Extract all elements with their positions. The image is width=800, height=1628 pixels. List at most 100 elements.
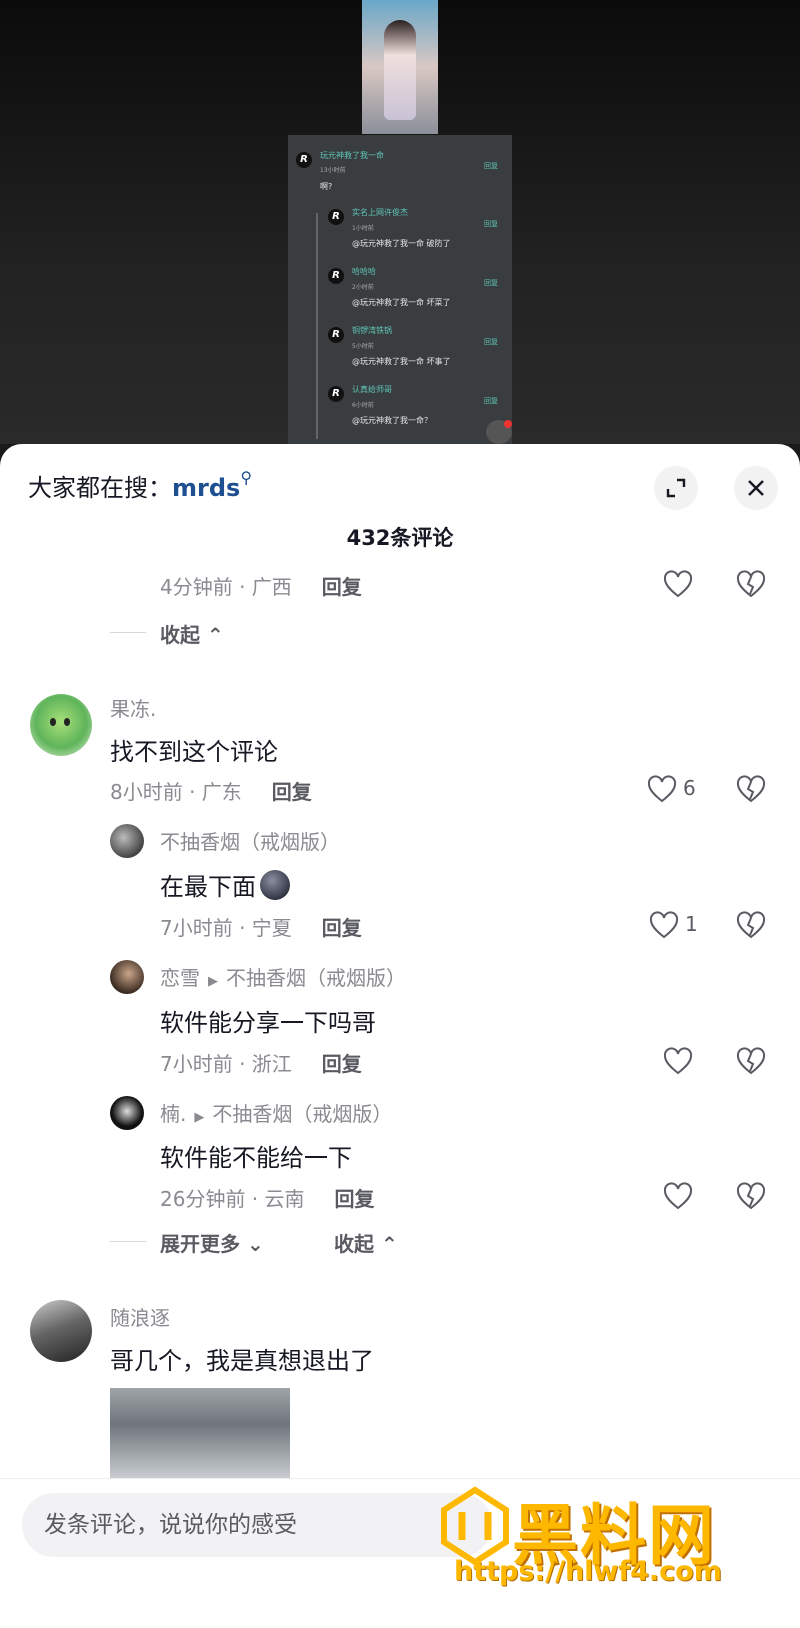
chevron-up-icon: ⌃ (206, 623, 224, 647)
dislike-icon[interactable] (736, 1182, 766, 1212)
collapse-button[interactable]: 收起 ⌃ (160, 619, 224, 648)
comment-meta: 26分钟前 · 云南 回复 (160, 1183, 375, 1212)
app-logo-icon: R (296, 152, 312, 168)
username[interactable]: 随浪逐 (110, 1302, 170, 1331)
comment-text: 找不到这个评论 (110, 738, 278, 766)
comment-text: 软件能不能给一下 (160, 1144, 352, 1172)
search-prefix: 大家都在搜： (28, 474, 172, 502)
watermark-url: https://hlwf4.com (454, 1556, 722, 1587)
reply-to-arrow-icon: ▶ (208, 974, 218, 989)
like-icon[interactable] (663, 570, 693, 600)
reply-button[interactable]: 回复 (322, 1052, 362, 1076)
embedded-comment-screenshot: R 玩元神救了我一命 13小时前 啊? 回复 R 实名上网许俊杰 1小时前 @玩… (288, 135, 512, 444)
comment-time-location: 26分钟前 · 云南 (160, 1187, 305, 1211)
username[interactable]: 楠. (160, 1102, 186, 1126)
comment-meta: 8小时前 · 广东 回复 (110, 776, 312, 805)
app-logo-icon: R (328, 327, 344, 343)
divider (110, 1241, 146, 1242)
comment-sheet: 大家都在搜：mrds⚲ 432条评论 4分钟前 · 广西 回复 收起 ⌃ 果冻. … (0, 444, 800, 1628)
sc-reply-name: 铜锣湾铁锅 (352, 326, 392, 335)
avatar[interactable] (30, 1300, 92, 1362)
video-player[interactable]: R 玩元神救了我一命 13小时前 啊? 回复 R 实名上网许俊杰 1小时前 @玩… (0, 0, 800, 444)
collapse-button[interactable]: 收起 ⌃ (334, 1228, 398, 1257)
like-icon[interactable] (647, 775, 677, 805)
divider (110, 632, 146, 633)
sc-reply-link: 回复 (484, 338, 498, 346)
expand-more-label: 展开更多 (160, 1232, 240, 1256)
comment-input[interactable] (44, 1493, 474, 1557)
close-button[interactable] (734, 466, 778, 510)
sc-reply-name: 实名上网许俊杰 (352, 208, 408, 217)
sc-reply-link: 回复 (484, 279, 498, 287)
comment-text: 软件能分享一下吗哥 (160, 1009, 376, 1037)
sc-reply-text: @玩元神救了我一命 坏事了 (352, 357, 451, 366)
dislike-icon[interactable] (736, 911, 766, 941)
search-keyword[interactable]: mrds (172, 474, 240, 502)
expand-icon (666, 478, 686, 498)
sc-main-name: 玩元神救了我一命 (320, 151, 384, 160)
comment-time-location: 8小时前 · 广东 (110, 780, 242, 804)
watermark: 黑料网 https://hlwf4.com (440, 1486, 780, 1596)
sc-reply-time: 5小时前 (352, 343, 374, 350)
reply-target-username[interactable]: 不抽香烟（戒烟版） (212, 1102, 392, 1126)
sc-main-text: 啊? (320, 182, 333, 191)
video-frame (362, 0, 438, 134)
expand-button[interactable] (654, 466, 698, 510)
sc-reply-name: 哈哈哈 (352, 267, 376, 276)
comment-meta: 4分钟前 · 广西 回复 (160, 571, 362, 600)
trending-search[interactable]: 大家都在搜：mrds⚲ (28, 468, 252, 503)
expand-more-button[interactable]: 展开更多 ⌄ (160, 1228, 264, 1257)
sc-reply-text: @玩元神救了我一命？ (352, 416, 432, 425)
username[interactable]: 不抽香烟（戒烟版） (160, 826, 340, 855)
username[interactable]: 果冻. (110, 693, 156, 722)
like-icon[interactable] (663, 1182, 693, 1212)
like-icon[interactable] (663, 1047, 693, 1077)
comment-time-location: 7小时前 · 浙江 (160, 1052, 292, 1076)
reply-button[interactable]: 回复 (322, 575, 362, 599)
sc-reply-text: @玩元神救了我一命 坏菜了 (352, 298, 451, 307)
like-count: 6 (683, 776, 696, 800)
username[interactable]: 恋雪 (160, 966, 200, 990)
reply-button[interactable]: 回复 (335, 1187, 375, 1211)
sc-reply-time: 1小时前 (352, 225, 374, 232)
comment-time-location: 7小时前 · 宁夏 (160, 916, 292, 940)
avatar[interactable] (30, 694, 92, 756)
sc-reply-time: 2小时前 (352, 284, 374, 291)
comment-time-location: 4分钟前 · 广西 (160, 575, 292, 599)
sc-reply-name: 认真给师哥 (352, 385, 392, 394)
reply-target-username[interactable]: 不抽香烟（戒烟版） (226, 966, 406, 990)
dislike-icon[interactable] (736, 775, 766, 805)
comment-meta: 7小时前 · 浙江 回复 (160, 1048, 362, 1077)
like-icon[interactable] (649, 911, 679, 941)
sc-reply-link: 回复 (484, 220, 498, 228)
dislike-icon[interactable] (736, 570, 766, 600)
comment-image[interactable] (110, 1388, 290, 1478)
reply-button[interactable]: 回复 (272, 780, 312, 804)
collapse-label: 收起 (334, 1232, 374, 1256)
reply-usernames: 楠. ▶ 不抽香烟（戒烟版） (160, 1098, 392, 1127)
close-icon (748, 480, 764, 496)
sc-reply-text: @玩元神救了我一命 破防了 (352, 239, 451, 248)
emoji-icon (260, 870, 290, 900)
chevron-down-icon: ⌄ (246, 1232, 264, 1256)
comment-input-container[interactable] (22, 1493, 492, 1557)
search-icon: ⚲ (240, 468, 253, 487)
sc-reply-time: 6小时前 (352, 402, 374, 409)
dislike-icon[interactable] (736, 1047, 766, 1077)
avatar[interactable] (110, 1096, 144, 1130)
like-count: 1 (685, 912, 698, 936)
avatar[interactable] (110, 824, 144, 858)
comment-text: 哥几个，我是真想退出了 (110, 1347, 374, 1375)
sc-reply-link: 回复 (484, 397, 498, 405)
sc-main-reply: 回复 (484, 162, 498, 170)
thread-line (316, 213, 318, 439)
reply-to-arrow-icon: ▶ (194, 1110, 205, 1125)
watermark-logo-icon (441, 1486, 509, 1566)
comment-count-title: 432条评论 (346, 526, 454, 550)
avatar[interactable] (110, 960, 144, 994)
comment-meta: 7小时前 · 宁夏 回复 (160, 912, 362, 941)
reply-button[interactable]: 回复 (322, 916, 362, 940)
comment-text: 在最下面 (160, 867, 290, 902)
app-logo-icon: R (328, 209, 344, 225)
chevron-up-icon: ⌃ (380, 1232, 398, 1256)
